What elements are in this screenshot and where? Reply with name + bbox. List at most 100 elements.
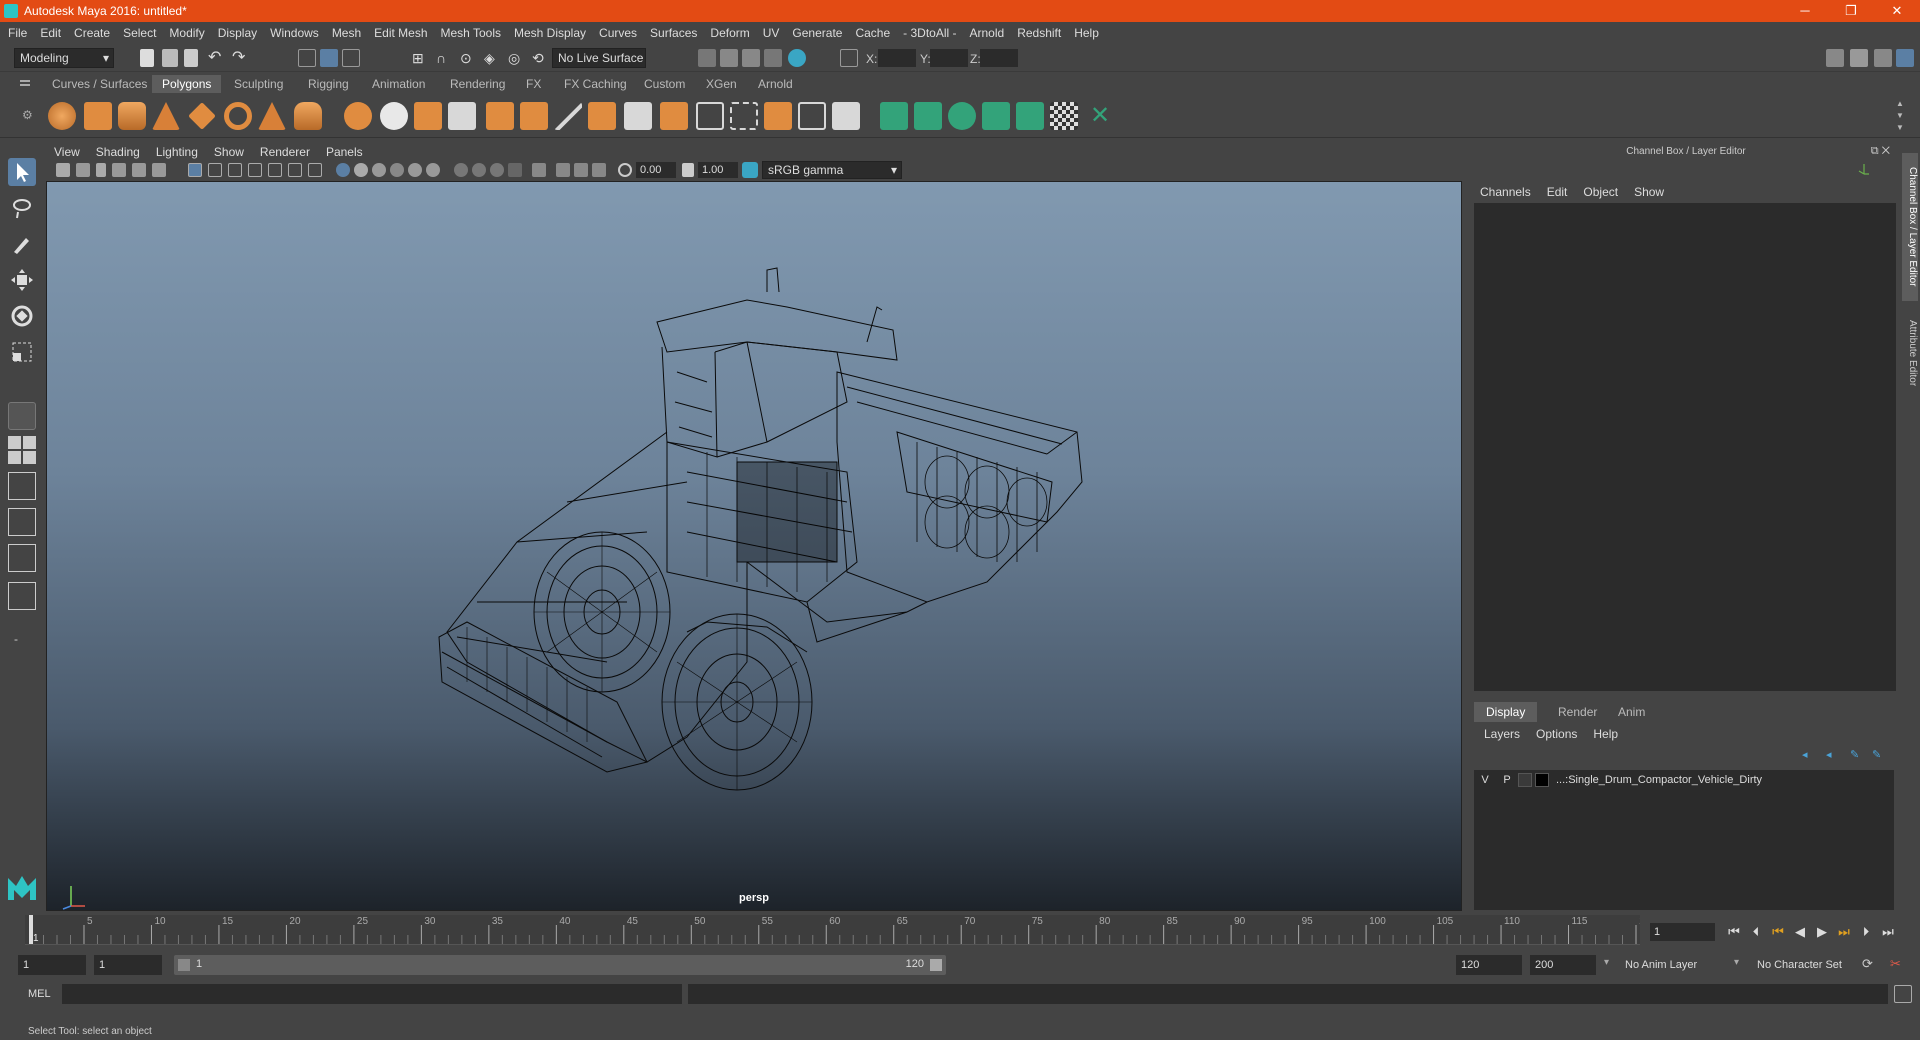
select-tool-icon[interactable] bbox=[8, 158, 36, 186]
menu-uv[interactable]: UV bbox=[763, 26, 780, 40]
motion-blur-icon[interactable] bbox=[472, 163, 486, 177]
vp-menu-view[interactable]: View bbox=[54, 145, 80, 159]
layer-display-type[interactable] bbox=[1518, 773, 1532, 787]
cb-menu-edit[interactable]: Edit bbox=[1547, 185, 1568, 199]
playback-end-field[interactable]: 120 bbox=[1456, 955, 1522, 975]
tab-polygons[interactable]: Polygons bbox=[152, 75, 222, 93]
gate-mask-icon[interactable] bbox=[248, 163, 262, 177]
grease-pencil-icon[interactable] bbox=[152, 163, 166, 177]
boolean-union-icon[interactable] bbox=[486, 102, 514, 130]
scale-tool-icon[interactable] bbox=[8, 338, 36, 366]
vp-menu-renderer[interactable]: Renderer bbox=[260, 145, 310, 159]
menu-modify[interactable]: Modify bbox=[169, 26, 204, 40]
tab-fx[interactable]: FX bbox=[516, 75, 551, 93]
single-perspective-layout-icon[interactable] bbox=[8, 402, 36, 430]
le-menu-layers[interactable]: Layers bbox=[1484, 727, 1520, 741]
menu-select[interactable]: Select bbox=[123, 26, 156, 40]
layer-row[interactable]: V P ...:Single_Drum_Compactor_Vehicle_Di… bbox=[1474, 770, 1894, 790]
menu-mesh[interactable]: Mesh bbox=[332, 26, 361, 40]
render-view-icon[interactable] bbox=[698, 49, 716, 67]
menu-curves[interactable]: Curves bbox=[599, 26, 637, 40]
isolate-select-icon[interactable] bbox=[532, 163, 546, 177]
poly-torus-icon[interactable] bbox=[224, 102, 252, 130]
field-chart-icon[interactable] bbox=[268, 163, 282, 177]
minimize-button[interactable]: ─ bbox=[1782, 0, 1828, 22]
menu-generate[interactable]: Generate bbox=[792, 26, 842, 40]
poly-cylinder-icon[interactable] bbox=[118, 102, 146, 130]
channel-box-icon[interactable] bbox=[1896, 49, 1914, 67]
tab-xgen[interactable]: XGen bbox=[696, 75, 747, 93]
y-field[interactable] bbox=[930, 49, 968, 67]
offset-edge-loop-icon[interactable] bbox=[730, 102, 758, 130]
range-start-handle[interactable] bbox=[178, 959, 190, 971]
go-to-end-icon[interactable]: ⏭ bbox=[1880, 924, 1896, 940]
step-forward-key-icon[interactable]: ⏭ bbox=[1836, 924, 1852, 940]
shadows-icon[interactable] bbox=[426, 163, 440, 177]
exposure-field[interactable]: 0.00 bbox=[636, 162, 676, 178]
bevel-icon[interactable] bbox=[660, 102, 688, 130]
layer-color-swatch[interactable] bbox=[1535, 773, 1549, 787]
vp-menu-show[interactable]: Show bbox=[214, 145, 244, 159]
perspective-viewport[interactable]: persp bbox=[46, 181, 1462, 911]
chevron-down-icon[interactable]: ▾ bbox=[1604, 957, 1609, 968]
x-field[interactable] bbox=[878, 49, 916, 67]
menu-arnold[interactable]: Arnold bbox=[970, 26, 1005, 40]
menu-cache[interactable]: Cache bbox=[855, 26, 890, 40]
camera-attributes-icon[interactable] bbox=[76, 163, 90, 177]
channel-list-area[interactable] bbox=[1474, 203, 1896, 691]
live-surface-field[interactable]: No Live Surface bbox=[552, 48, 646, 68]
smooth-icon[interactable] bbox=[448, 102, 476, 130]
menu-help[interactable]: Help bbox=[1074, 26, 1099, 40]
tab-arnold[interactable]: Arnold bbox=[748, 75, 803, 93]
layer-visibility-toggle[interactable]: V bbox=[1474, 774, 1496, 786]
character-set-dropdown[interactable]: No Character Set bbox=[1752, 955, 1862, 975]
transform-mode-icon[interactable] bbox=[840, 49, 858, 67]
axis-orientation-icon[interactable] bbox=[1858, 163, 1870, 175]
side-tab-attribute-editor[interactable]: Attribute Editor bbox=[1902, 308, 1918, 398]
scene-start-field[interactable]: 1 bbox=[18, 955, 86, 975]
chevron-down-icon[interactable]: ▾ bbox=[1734, 957, 1739, 968]
paint-select-tool-icon[interactable] bbox=[8, 230, 36, 258]
image-plane-icon[interactable] bbox=[112, 163, 126, 177]
menu-mesh-display[interactable]: Mesh Display bbox=[514, 26, 586, 40]
spherical-map-icon[interactable] bbox=[948, 102, 976, 130]
render-current-frame-icon[interactable] bbox=[720, 49, 738, 67]
poly-pipe-icon[interactable] bbox=[294, 102, 322, 130]
xray-icon[interactable] bbox=[556, 163, 570, 177]
new-scene-icon[interactable] bbox=[140, 49, 154, 67]
persp-graph-layout-icon[interactable] bbox=[8, 508, 36, 536]
tab-custom[interactable]: Custom bbox=[634, 75, 695, 93]
cb-menu-object[interactable]: Object bbox=[1583, 185, 1618, 199]
play-forwards-icon[interactable]: ▶ bbox=[1814, 924, 1830, 940]
tool-settings-icon[interactable] bbox=[1874, 49, 1892, 67]
current-time-marker[interactable] bbox=[29, 915, 33, 944]
merge-icon[interactable] bbox=[798, 102, 826, 130]
hypershade-icon[interactable] bbox=[788, 49, 806, 67]
menu-3dtoall[interactable]: - 3DtoAll - bbox=[903, 26, 956, 40]
uv-checker-icon[interactable] bbox=[1050, 102, 1078, 130]
gamma-field[interactable]: 1.00 bbox=[698, 162, 738, 178]
select-by-hierarchy-icon[interactable] bbox=[298, 49, 316, 67]
shelf-gear-icon[interactable]: ⚙ bbox=[22, 108, 33, 122]
redo-icon[interactable]: ↷ bbox=[232, 49, 250, 67]
go-to-start-icon[interactable]: ⏮ bbox=[1726, 924, 1742, 940]
undo-icon[interactable]: ↶ bbox=[208, 49, 226, 67]
outliner-persp-layout-icon[interactable] bbox=[8, 582, 36, 610]
bridge-icon[interactable] bbox=[624, 102, 652, 130]
menu-surfaces[interactable]: Surfaces bbox=[650, 26, 697, 40]
layer-playback-toggle[interactable]: P bbox=[1496, 774, 1518, 786]
depth-of-field-icon[interactable] bbox=[508, 163, 522, 177]
playback-start-field[interactable]: 1 bbox=[94, 955, 162, 975]
tab-anim-layers[interactable]: Anim bbox=[1606, 702, 1657, 722]
attribute-editor-icon[interactable] bbox=[1850, 49, 1868, 67]
select-by-object-icon[interactable] bbox=[320, 49, 338, 67]
poly-sphere-icon[interactable] bbox=[48, 102, 76, 130]
wireframe-vehicle-model[interactable] bbox=[47, 182, 1462, 911]
script-editor-icon[interactable] bbox=[1894, 985, 1912, 1003]
color-management-icon[interactable] bbox=[742, 162, 758, 178]
rotate-tool-icon[interactable] bbox=[8, 302, 36, 330]
persp-outliner-layout-icon[interactable] bbox=[8, 472, 36, 500]
move-layer-up-icon[interactable]: ◂ bbox=[1802, 748, 1816, 762]
cb-menu-channels[interactable]: Channels bbox=[1480, 185, 1531, 199]
grid-toggle-icon[interactable] bbox=[188, 163, 202, 177]
